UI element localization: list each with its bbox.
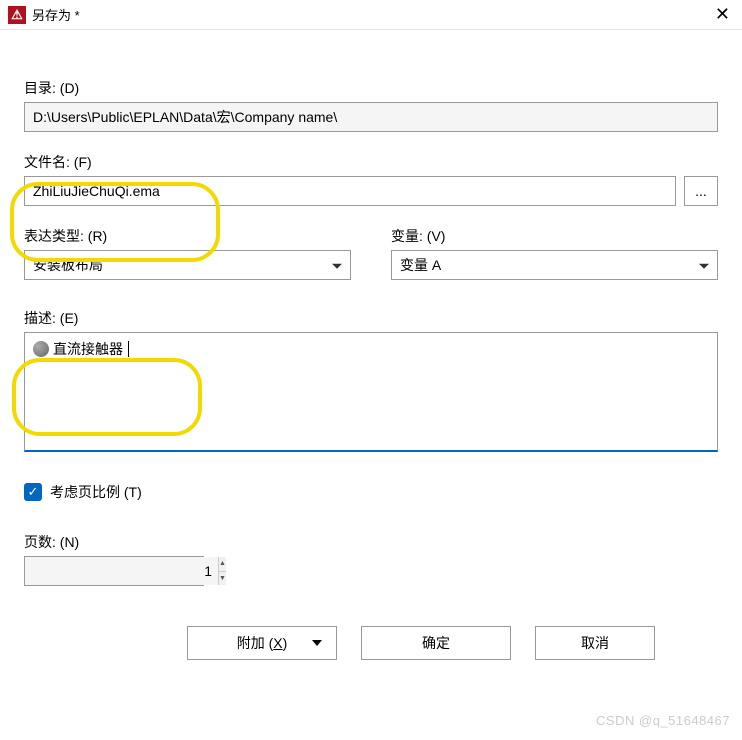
cancel-button[interactable]: 取消 bbox=[535, 626, 655, 660]
globe-icon bbox=[33, 341, 49, 357]
express-type-select[interactable]: 安装板布局 bbox=[24, 250, 351, 280]
description-value: 直流接触器 bbox=[53, 339, 123, 359]
directory-input[interactable] bbox=[24, 102, 718, 132]
spinner-up-icon[interactable]: ▲ bbox=[219, 557, 226, 572]
titlebar: ⚠ 另存为 * ✕ bbox=[0, 0, 742, 30]
filename-group: 文件名: (F) ... bbox=[24, 152, 718, 206]
description-label: 描述: (E) bbox=[24, 308, 718, 328]
pages-input[interactable] bbox=[25, 557, 218, 585]
variable-group: 变量: (V) 变量 A bbox=[391, 226, 718, 280]
consider-scale-row: ✓ 考虑页比例 (T) bbox=[24, 482, 718, 502]
ok-button[interactable]: 确定 bbox=[361, 626, 511, 660]
consider-scale-checkbox[interactable]: ✓ bbox=[24, 483, 42, 501]
add-key: X bbox=[273, 635, 282, 651]
filename-input[interactable] bbox=[24, 176, 676, 206]
add-suffix: ) bbox=[283, 635, 288, 651]
app-icon: ⚠ bbox=[8, 6, 26, 24]
window-title: 另存为 * bbox=[32, 5, 80, 24]
close-icon[interactable]: ✕ bbox=[715, 4, 730, 25]
express-type-group: 表达类型: (R) 安装板布局 bbox=[24, 226, 351, 280]
browse-button[interactable]: ... bbox=[684, 176, 718, 206]
variable-value: 变量 A bbox=[400, 255, 441, 275]
consider-scale-label: 考虑页比例 (T) bbox=[50, 482, 142, 502]
variable-label: 变量: (V) bbox=[391, 226, 718, 246]
add-prefix: 附加 ( bbox=[237, 635, 274, 651]
pages-group: 页数: (N) ▲ ▼ bbox=[24, 532, 718, 586]
directory-label: 目录: (D) bbox=[24, 78, 718, 98]
description-input[interactable]: 直流接触器 bbox=[24, 332, 718, 452]
spinner-down-icon[interactable]: ▼ bbox=[219, 572, 226, 586]
express-type-value: 安装板布局 bbox=[33, 255, 103, 275]
button-row: 附加 (X) 确定 取消 bbox=[24, 626, 718, 660]
add-button[interactable]: 附加 (X) bbox=[187, 626, 337, 660]
pages-label: 页数: (N) bbox=[24, 532, 718, 552]
pages-spinner[interactable]: ▲ ▼ bbox=[24, 556, 204, 586]
express-type-label: 表达类型: (R) bbox=[24, 226, 351, 246]
directory-group: 目录: (D) bbox=[24, 78, 718, 132]
variable-select[interactable]: 变量 A bbox=[391, 250, 718, 280]
watermark: CSDN @q_51648467 bbox=[596, 713, 730, 728]
dialog-content: 目录: (D) 文件名: (F) ... 表达类型: (R) 安装板布局 变量:… bbox=[0, 30, 742, 660]
filename-label: 文件名: (F) bbox=[24, 152, 718, 172]
description-group: 描述: (E) 直流接触器 bbox=[24, 308, 718, 452]
text-caret bbox=[128, 341, 129, 357]
